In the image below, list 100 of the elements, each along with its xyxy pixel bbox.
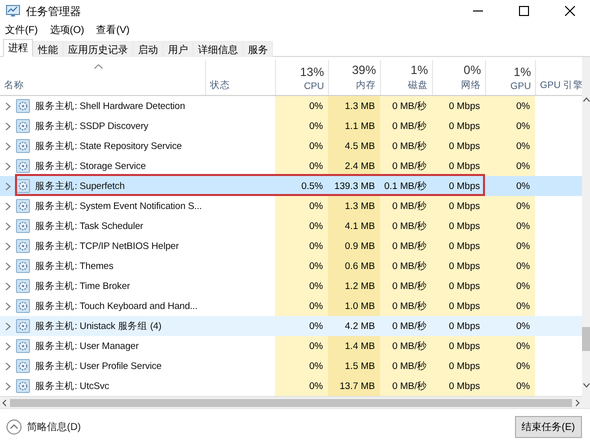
table-cell: 0% [275,356,328,376]
process-row[interactable]: 服务主机: User Profile Service 0% 1.5 MB 0 MB/秒 0 Mbps 0% [0,356,582,376]
tab[interactable]: 用户 [163,41,193,57]
process-row[interactable]: 服务主机: Touch Keyboard and Hand... 0% 1.0 MB 0 MB/秒 0 Mbps 0% [0,296,582,316]
table-cell-text: 0 Mbps [448,320,481,334]
column-header[interactable]: 内存 [356,79,376,92]
process-row[interactable]: 服务主机: TCP/IP NetBIOS Helper 0% 0.9 MB 0 MB/秒 0 Mbps 0% [0,236,582,256]
column-header[interactable]: CPU [304,81,324,92]
tab[interactable]: 启动 [133,41,163,57]
process-name: 服务主机: Time Broker [35,280,130,293]
process-row[interactable]: 服务主机: Shell Hardware Detection 0% 1.3 MB 0 MB/秒 0 Mbps 0% [0,96,582,116]
table-cell: 1.3 MB [328,196,380,216]
column-header[interactable]: 网络 [461,79,481,92]
gear-icon [16,259,30,274]
gear-icon [16,359,30,374]
column-header[interactable]: 名称 [4,79,24,92]
process-name: 服务主机: System Event Notification S... [35,200,202,213]
table-cell-text: 0% [515,180,531,194]
table-cell: 0 Mbps [432,96,485,116]
end-task-button[interactable]: 结束任务(E) [514,416,582,438]
tab[interactable]: 进程 [3,39,33,57]
gear-icon [16,339,30,354]
table-cell: 0.9 MB [328,236,380,256]
scrollbar-thumb[interactable] [10,398,572,407]
table-cell: 0 MB/秒 [380,276,432,296]
chevron-icon[interactable] [5,302,11,311]
chevron-icon[interactable] [5,282,11,291]
gear-icon [16,119,30,134]
tab[interactable]: 详细信息 [193,41,243,57]
table-cell-text: 0 Mbps [448,180,481,194]
gear-icon [16,379,30,394]
chevron-icon[interactable] [5,342,11,351]
scrollbar-thumb[interactable] [582,327,590,351]
table-cell: 0 MB/秒 [380,96,432,116]
chevron-icon[interactable] [5,102,11,111]
chevron-icon[interactable] [5,322,11,331]
table-cell: 0% [485,96,535,116]
table-cell: 0% [275,116,328,136]
fewer-details-link[interactable]: 简略信息(D) [6,419,81,435]
gear-icon [16,319,30,334]
process-name: 服务主机: UtcSvc [35,380,110,393]
process-row[interactable]: 服务主机: Task Scheduler 0% 4.1 MB 0 MB/秒 0 Mbps 0% [0,216,582,236]
table-cell: 1.0 MB [328,296,380,316]
table-cell: 0 MB/秒 [380,256,432,276]
process-row[interactable]: 服务主机: UtcSvc 0% 13.7 MB 0 MB/秒 0 Mbps 0% [0,376,582,396]
table-cell: 0% [485,376,535,396]
menu-item[interactable]: 查看(V) [96,23,130,37]
scroll-down-icon[interactable] [582,383,590,388]
menu-item[interactable]: 选项(O) [50,23,84,37]
process-name: 服务主机: Task Scheduler [35,220,144,233]
menu-item[interactable]: 文件(F) [5,23,38,37]
process-row[interactable]: 服务主机: Superfetch 0.5% 139.3 MB 0.1 MB/秒 0 Mbps 0% [0,176,582,196]
column-header[interactable]: GPU [510,81,531,92]
process-name: 服务主机: Touch Keyboard and Hand... [35,300,198,313]
table-cell: 0% [275,136,328,156]
process-row[interactable]: 服务主机: System Event Notification S... 0% 1.3 MB 0 MB/秒 0 Mbps 0% [0,196,582,216]
table-cell: 0% [275,216,328,236]
table-cell: 0 Mbps [432,276,485,296]
process-row[interactable]: 服务主机: User Manager 0% 1.4 MB 0 MB/秒 0 Mbps 0% [0,336,582,356]
table-cell: 0% [485,336,535,356]
chevron-icon[interactable] [5,222,11,231]
table-cell: 0% [485,236,535,256]
table-cell: 0 Mbps [432,376,485,396]
table-cell: 0 Mbps [432,116,485,136]
gear-icon [16,139,30,154]
chevron-icon[interactable] [5,142,11,151]
chevron-icon[interactable] [5,162,11,171]
table-cell: 0 MB/秒 [380,136,432,156]
table-cell: 0% [485,256,535,276]
column-header[interactable]: GPU 引擎 [540,79,584,92]
chevron-icon[interactable] [5,122,11,131]
window-title: 任务管理器 [26,4,82,18]
column-header[interactable]: 状态 [210,79,230,92]
process-row[interactable]: 服务主机: Unistack 服务组 (4) 0% 4.2 MB 0 MB/秒 0 Mbps 0% [0,316,582,336]
chevron-icon[interactable] [5,382,11,391]
table-cell: 0% [275,96,328,116]
scroll-up-icon[interactable] [582,97,590,102]
tab[interactable]: 应用历史记录 [63,41,133,57]
column-header[interactable]: 磁盘 [408,79,428,92]
process-name: 服务主机: SSDP Discovery [35,120,148,133]
table-cell: 0 MB/秒 [380,216,432,236]
process-row[interactable]: 服务主机: Storage Service 0% 2.4 MB 0 MB/秒 0 Mbps 0% [0,156,582,176]
tab[interactable]: 服务 [243,41,273,57]
table-cell-text: 139.3 MB [333,180,376,194]
table-cell: 0 MB/秒 [380,356,432,376]
process-row[interactable]: 服务主机: Time Broker 0% 1.2 MB 0 MB/秒 0 Mbps 0% [0,276,582,296]
chevron-icon[interactable] [5,182,11,191]
table-cell: 0 Mbps [432,136,485,156]
process-row[interactable]: 服务主机: State Repository Service 0% 4.5 MB 0 MB/秒 0 Mbps 0% [0,136,582,156]
chevron-icon[interactable] [5,202,11,211]
table-cell: 0% [275,336,328,356]
tab[interactable]: 性能 [33,41,63,57]
table-cell: 0 MB/秒 [380,196,432,216]
chevron-icon[interactable] [5,262,11,271]
table-cell: 0 Mbps [432,336,485,356]
process-row[interactable]: 服务主机: Themes 0% 0.6 MB 0 MB/秒 0 Mbps 0% [0,256,582,276]
chevron-icon[interactable] [5,242,11,251]
process-row[interactable]: 服务主机: SSDP Discovery 0% 1.1 MB 0 MB/秒 0 Mbps 0% [0,116,582,136]
chevron-icon[interactable] [5,362,11,371]
process-name: 服务主机: Themes [35,260,114,273]
